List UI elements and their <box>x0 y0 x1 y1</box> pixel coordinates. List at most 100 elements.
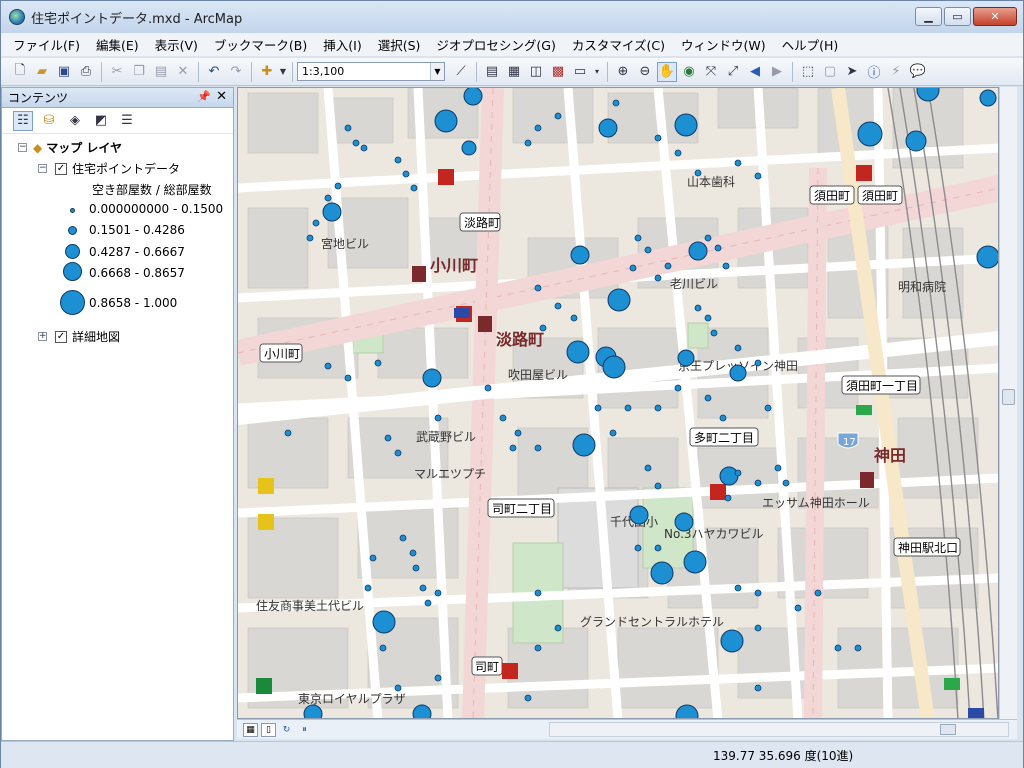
pan-hand-icon[interactable]: ✋ <box>657 61 677 82</box>
save-icon[interactable]: ▣ <box>54 62 74 82</box>
menu-edit[interactable]: 編集(E) <box>88 33 147 56</box>
legend-label-3: 0.4287 - 0.6667 <box>89 245 185 259</box>
route-shield-17: 17 <box>837 432 859 449</box>
map-layers-row[interactable]: − ◆ マップ レイヤ <box>18 139 122 156</box>
catalog-icon[interactable]: ▦ <box>504 62 524 82</box>
poi-label-suitaya: 吹田屋ビル <box>508 368 568 382</box>
legend-label-2: 0.1501 - 0.4286 <box>89 223 185 237</box>
layer-name: 詳細地図 <box>72 330 121 344</box>
poi-label-musashino: 武蔵野ビル <box>416 430 476 444</box>
layers-icon: ◆ <box>33 140 43 155</box>
scroll-thumb[interactable] <box>940 724 956 735</box>
pin-icon[interactable]: 📌 <box>197 90 211 103</box>
select-elements-icon[interactable]: ➤ <box>842 62 862 82</box>
title-bar: 住宅ポイントデータ.mxd - ArcMap ▁ ▭ ✕ <box>1 1 1023 33</box>
list-by-selection-icon[interactable]: ◩ <box>91 111 111 131</box>
chevron-down-icon[interactable]: ▼ <box>279 62 287 82</box>
close-icon[interactable]: ✕ <box>216 89 227 104</box>
hyperlink-icon[interactable]: ⚡ <box>886 62 906 82</box>
station-label-ogawamachi: 小川町 <box>430 256 478 275</box>
status-bar: 139.77 35.696 度(10進) <box>1 741 1023 768</box>
forward-arrow-icon[interactable]: ▶ <box>767 62 787 82</box>
chevron-down-icon[interactable]: ▼ <box>430 63 444 80</box>
route-number: 17 <box>843 437 856 448</box>
main-toolbar: 🗋 ▰ ▣ ⎙ ✂ ❐ ▤ ✕ ↶ ↷ ✚ ▼ 1:3,100 ▼ ⟋ ▤ ▦ … <box>1 58 1023 86</box>
editor-icon[interactable]: ⟋ <box>451 62 471 82</box>
layout-view-icon[interactable]: ▯ <box>261 722 276 737</box>
menu-view[interactable]: 表示(V) <box>147 33 206 56</box>
identify-icon[interactable]: ⓘ <box>864 62 884 82</box>
select-features-icon[interactable]: ⬚ <box>798 62 818 82</box>
clear-selection-icon[interactable]: ▢ <box>820 62 840 82</box>
toc-toolbar: ☷ ⛁ ◈ ◩ ☰ <box>2 108 233 134</box>
zoom-out-icon[interactable]: ⊖ <box>635 62 655 82</box>
arcmap-window: 住宅ポイントデータ.mxd - ArcMap ▁ ▭ ✕ ファイル(F) 編集(… <box>0 0 1024 768</box>
arctoolbox-icon[interactable]: ▩ <box>548 62 568 82</box>
park-area-small <box>687 322 709 349</box>
redo-icon[interactable]: ↷ <box>226 62 246 82</box>
pause-drawing-icon[interactable]: ⏸ <box>297 723 312 737</box>
fixed-zoom-in-icon[interactable]: ⤧ <box>701 62 721 82</box>
copy-icon[interactable]: ❐ <box>129 62 149 82</box>
menu-selection[interactable]: 選択(S) <box>370 33 429 56</box>
collapse-icon[interactable]: − <box>18 143 27 152</box>
python-window-icon[interactable]: ▭ <box>570 62 590 82</box>
table-of-contents-icon[interactable]: ▤ <box>482 62 502 82</box>
html-popup-icon[interactable]: 💬 <box>908 62 928 82</box>
map-scale-combobox[interactable]: 1:3,100 ▼ <box>297 62 445 81</box>
legend-symbol-1 <box>70 208 75 213</box>
toc-title: コンテンツ <box>8 91 69 105</box>
busstop-label-ogawamachi: 小川町 <box>264 347 300 361</box>
map-horizontal-scrollbar[interactable] <box>549 722 1009 737</box>
menu-geoprocessing[interactable]: ジオプロセシング(G) <box>428 33 563 56</box>
map-canvas[interactable]: 小川町 淡路町 神田 山本歯科 宮地ビル 明和病院 老川ビル 吹田屋ビル 京王プ… <box>238 88 999 719</box>
list-by-visibility-icon[interactable]: ◈ <box>65 111 85 131</box>
collapse-icon[interactable]: − <box>38 164 47 173</box>
fixed-zoom-out-icon[interactable]: ⤢ <box>723 62 743 82</box>
data-view-icon[interactable]: ▦ <box>243 722 258 737</box>
station-label-awajicho: 淡路町 <box>496 330 544 349</box>
full-extent-globe-icon[interactable]: ◉ <box>679 62 699 82</box>
map-vertical-scrollbar[interactable] <box>999 87 1017 719</box>
menu-customize[interactable]: カスタマイズ(C) <box>564 33 673 56</box>
toolbar-overflow-icon[interactable]: ▾ <box>592 62 602 82</box>
minimize-button[interactable]: ▁ <box>915 7 942 26</box>
print-icon[interactable]: ⎙ <box>76 62 96 82</box>
visibility-checkbox[interactable]: ✓ <box>55 162 67 175</box>
legend-field-name: 空き部屋数 / 総部屋数 <box>92 183 212 197</box>
busstop-label-tacho-2chome: 多町二丁目 <box>694 431 754 445</box>
maximize-button[interactable]: ▭ <box>944 7 971 26</box>
menu-windows[interactable]: ウィンドウ(W) <box>673 33 774 56</box>
scroll-thumb[interactable] <box>1002 389 1015 405</box>
busstop-label-awajicho: 淡路町 <box>464 215 500 230</box>
paste-icon[interactable]: ▤ <box>151 62 171 82</box>
visibility-checkbox[interactable]: ✓ <box>55 330 67 343</box>
open-folder-icon[interactable]: ▰ <box>32 62 52 82</box>
layer-row-residential[interactable]: − ✓ 住宅ポイントデータ <box>38 160 180 177</box>
options-icon[interactable]: ☰ <box>117 111 137 131</box>
delete-icon[interactable]: ✕ <box>173 62 193 82</box>
zoom-in-icon[interactable]: ⊕ <box>613 62 633 82</box>
new-document-icon[interactable]: 🗋 <box>10 62 30 82</box>
map-footer-bar: ▦ ▯ ↻ ⏸ <box>237 719 1017 739</box>
menu-insert[interactable]: 挿入(I) <box>315 33 369 56</box>
menu-file[interactable]: ファイル(F) <box>5 33 88 56</box>
legend-symbol-3 <box>65 244 80 259</box>
list-by-source-icon[interactable]: ⛁ <box>39 111 59 131</box>
map-view[interactable]: 小川町 淡路町 神田 山本歯科 宮地ビル 明和病院 老川ビル 吹田屋ビル 京王プ… <box>237 87 999 719</box>
back-arrow-icon[interactable]: ◀ <box>745 62 765 82</box>
expand-icon[interactable]: + <box>38 332 47 341</box>
close-button[interactable]: ✕ <box>973 7 1017 26</box>
menu-help[interactable]: ヘルプ(H) <box>774 33 847 56</box>
busstop-label-kanda-kitaguchi: 神田駅北口 <box>898 541 958 555</box>
list-by-drawing-order-icon[interactable]: ☷ <box>13 110 33 131</box>
add-data-icon[interactable]: ✚ <box>257 62 277 82</box>
undo-icon[interactable]: ↶ <box>204 62 224 82</box>
refresh-icon[interactable]: ↻ <box>279 723 294 737</box>
menu-bookmarks[interactable]: ブックマーク(B) <box>206 33 315 56</box>
search-window-icon[interactable]: ◫ <box>526 62 546 82</box>
layer-row-detail-map[interactable]: + ✓ 詳細地図 <box>38 328 120 345</box>
legend-symbol-5 <box>60 290 85 315</box>
layer-name: 住宅ポイントデータ <box>72 162 181 176</box>
cut-icon[interactable]: ✂ <box>107 62 127 82</box>
